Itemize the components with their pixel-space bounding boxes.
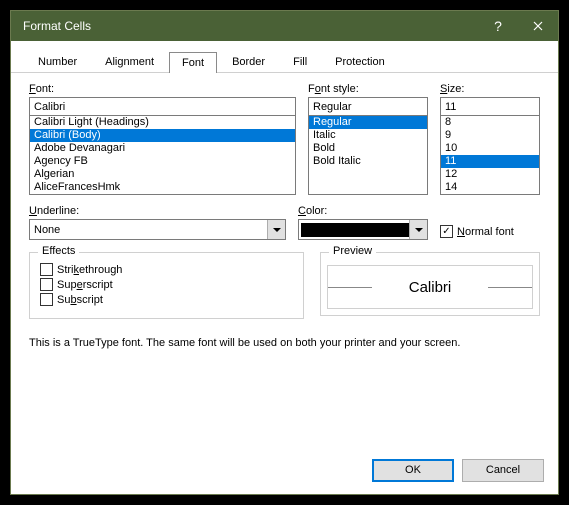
list-item[interactable]: 9 bbox=[441, 129, 539, 142]
list-item[interactable]: Italic bbox=[309, 129, 427, 142]
tab-alignment[interactable]: Alignment bbox=[92, 51, 167, 72]
normal-font-checkbox[interactable]: ✓ Normal font bbox=[440, 225, 514, 238]
format-cells-dialog: Format Cells ? Number Alignment Font Bor… bbox=[10, 10, 559, 495]
font-label: Font: bbox=[29, 83, 296, 95]
checkbox-icon: ✓ bbox=[440, 225, 453, 238]
list-item[interactable]: Calibri (Body) bbox=[30, 129, 295, 142]
font-style-listbox[interactable]: Regular Italic Bold Bold Italic bbox=[308, 115, 428, 195]
preview-text: Calibri bbox=[409, 279, 452, 296]
size-label: Size: bbox=[440, 83, 540, 95]
strikethrough-label: Strikethrough bbox=[57, 264, 122, 276]
list-item[interactable]: AliceFrancesHmk bbox=[30, 181, 295, 194]
chevron-down-icon[interactable] bbox=[267, 220, 285, 239]
preview-legend: Preview bbox=[329, 245, 376, 257]
tab-number[interactable]: Number bbox=[25, 51, 90, 72]
list-item[interactable]: 8 bbox=[441, 116, 539, 129]
tab-border[interactable]: Border bbox=[219, 51, 278, 72]
list-item[interactable]: 12 bbox=[441, 168, 539, 181]
list-item[interactable]: 10 bbox=[441, 142, 539, 155]
underline-value: None bbox=[30, 224, 267, 236]
list-item[interactable]: 11 bbox=[441, 155, 539, 168]
help-button[interactable]: ? bbox=[478, 11, 518, 41]
ok-button[interactable]: OK bbox=[372, 459, 454, 482]
list-item[interactable]: Calibri Light (Headings) bbox=[30, 116, 295, 129]
list-item[interactable]: Adobe Devanagari bbox=[30, 142, 295, 155]
size-listbox[interactable]: 8 9 10 11 12 14 bbox=[440, 115, 540, 195]
list-item[interactable]: Algerian bbox=[30, 168, 295, 181]
subscript-label: Subscript bbox=[57, 294, 103, 306]
font-style-input[interactable] bbox=[308, 97, 428, 116]
underline-combo[interactable]: None bbox=[29, 219, 286, 240]
effects-legend: Effects bbox=[38, 245, 79, 257]
cancel-button[interactable]: Cancel bbox=[462, 459, 544, 482]
size-input[interactable] bbox=[440, 97, 540, 116]
close-button[interactable] bbox=[518, 11, 558, 41]
list-item[interactable]: Bold bbox=[309, 142, 427, 155]
list-item[interactable]: Agency FB bbox=[30, 155, 295, 168]
color-swatch bbox=[301, 223, 409, 237]
tab-strip: Number Alignment Font Border Fill Protec… bbox=[11, 41, 558, 73]
superscript-checkbox[interactable]: Superscript bbox=[40, 278, 293, 291]
normal-font-label: Normal font bbox=[457, 226, 514, 238]
tab-font[interactable]: Font bbox=[169, 52, 217, 73]
subscript-checkbox[interactable]: Subscript bbox=[40, 293, 293, 306]
preview-box: Calibri bbox=[327, 265, 533, 309]
list-item[interactable]: Regular bbox=[309, 116, 427, 129]
font-listbox[interactable]: Calibri Light (Headings) Calibri (Body) … bbox=[29, 115, 296, 195]
dialog-title: Format Cells bbox=[23, 19, 478, 33]
checkbox-icon bbox=[40, 263, 53, 276]
preview-group: Preview Calibri bbox=[320, 252, 540, 316]
chevron-down-icon[interactable] bbox=[409, 220, 427, 239]
titlebar: Format Cells ? bbox=[11, 11, 558, 41]
underline-label: Underline: bbox=[29, 205, 286, 217]
dialog-buttons: OK Cancel bbox=[372, 459, 544, 482]
superscript-label: Superscript bbox=[57, 279, 113, 291]
color-label: Color: bbox=[298, 205, 428, 217]
checkbox-icon bbox=[40, 278, 53, 291]
strikethrough-checkbox[interactable]: Strikethrough bbox=[40, 263, 293, 276]
font-input[interactable] bbox=[29, 97, 296, 116]
font-style-label: Font style: bbox=[308, 83, 428, 95]
checkbox-icon bbox=[40, 293, 53, 306]
tab-fill[interactable]: Fill bbox=[280, 51, 320, 72]
font-description: This is a TrueType font. The same font w… bbox=[29, 337, 540, 349]
effects-group: Effects Strikethrough Superscript Subscr… bbox=[29, 252, 304, 319]
list-item[interactable]: Bold Italic bbox=[309, 155, 427, 168]
list-item[interactable]: 14 bbox=[441, 181, 539, 194]
color-combo[interactable] bbox=[298, 219, 428, 240]
dialog-body: Font: Calibri Light (Headings) Calibri (… bbox=[11, 73, 558, 359]
tab-protection[interactable]: Protection bbox=[322, 51, 398, 72]
